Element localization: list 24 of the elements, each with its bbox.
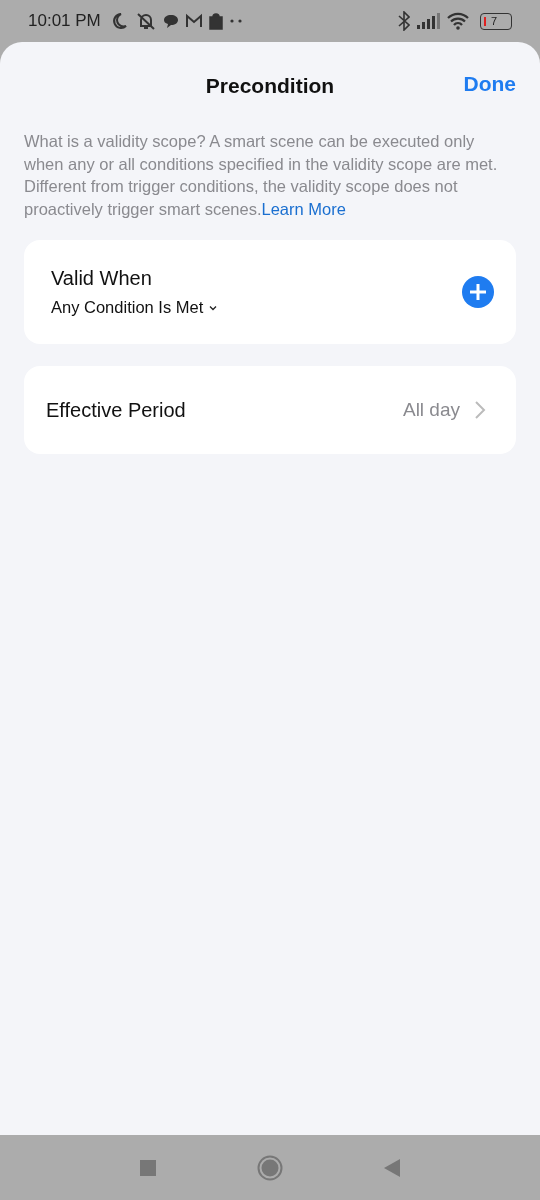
effective-period-label: Effective Period <box>46 398 186 422</box>
effective-period-row[interactable]: Effective Period All day <box>24 366 516 454</box>
recents-icon[interactable] <box>139 1158 157 1177</box>
add-icon[interactable] <box>462 276 494 308</box>
done-button[interactable]: Done <box>463 72 516 96</box>
learn-more-link[interactable]: Learn More <box>261 199 346 218</box>
valid-when-title: Valid When <box>51 267 153 290</box>
bluetooth-icon <box>398 11 410 31</box>
chat-icon <box>162 13 179 29</box>
mail-icon <box>184 13 203 29</box>
home-icon[interactable] <box>257 1154 283 1181</box>
back-icon[interactable] <box>383 1157 401 1178</box>
wifi-icon <box>446 12 470 30</box>
more-dots-icon <box>228 18 243 24</box>
condition-dropdown[interactable]: Any Condition Is Met <box>51 298 218 317</box>
shopping-bag-icon <box>208 12 223 30</box>
signal-icon <box>416 13 440 29</box>
effective-period-value: All day <box>402 399 460 421</box>
battery-icon: 7 <box>480 12 512 30</box>
description-text: What is a validity scope? A smart scene can be executed only when any or all conditions specified in the validity scope are met. Different from trigger conditions, the validity scope does not proactively trigger smart scenes.Learn More <box>24 131 499 220</box>
chevron-right-icon <box>474 400 486 420</box>
caret-icon <box>209 304 218 311</box>
status-time: 10:01 PM <box>28 11 101 31</box>
page-title: Precondition <box>205 74 335 98</box>
